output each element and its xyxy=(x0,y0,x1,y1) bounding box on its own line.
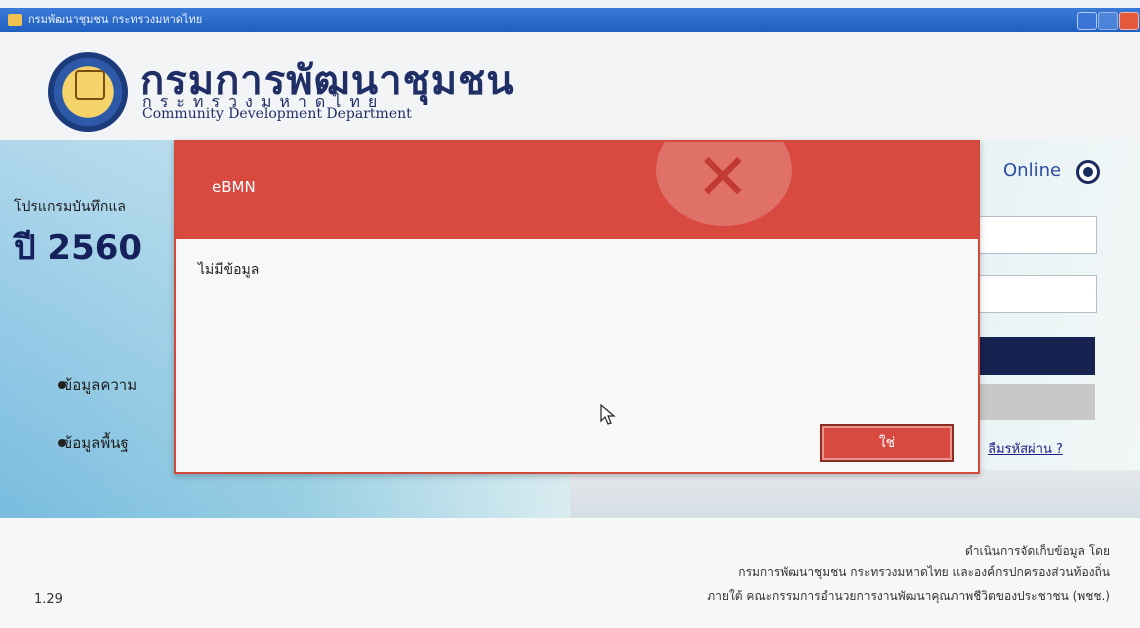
minimize-button[interactable] xyxy=(1077,12,1097,30)
org-name-english: Community Development Department xyxy=(142,106,412,122)
app-window: กรมพัฒนาชุมชน กระทรวงมหาดไทย กรมการพัฒนา… xyxy=(0,0,1140,628)
online-status-icon xyxy=(1076,160,1100,184)
secondary-button[interactable] xyxy=(975,384,1095,420)
maximize-button[interactable] xyxy=(1098,12,1118,30)
error-x-icon: ✕ xyxy=(696,142,750,215)
close-window-button[interactable] xyxy=(1119,12,1139,30)
decorative-roofs xyxy=(570,470,1140,520)
bullet-item-2: ข้อมูลพื้นฐ xyxy=(62,434,129,452)
app-icon xyxy=(8,14,22,26)
error-dialog: eBMN ✕ ไม่มีข้อมูล ใช่ xyxy=(174,140,980,474)
footer-line-3: ภายใต้ คณะกรรมการอำนวยการงานพัฒนาคุณภาพช… xyxy=(707,589,1110,603)
password-field[interactable] xyxy=(975,275,1097,313)
login-button[interactable] xyxy=(975,337,1095,375)
version-label: 1.29 xyxy=(34,592,63,607)
status-label: Online xyxy=(1003,160,1062,181)
dialog-message: ไม่มีข้อมูล xyxy=(198,262,260,278)
username-field[interactable] xyxy=(975,216,1097,254)
department-logo xyxy=(48,52,128,132)
title-bar: กรมพัฒนาชุมชน กระทรวงมหาดไทย xyxy=(0,8,1140,32)
bullet-item-1: ข้อมูลความ xyxy=(62,376,138,394)
window-title: กรมพัฒนาชุมชน กระทรวงมหาดไทย xyxy=(28,13,203,26)
forgot-password-link[interactable]: ลืมรหัสผ่าน ? xyxy=(988,438,1063,459)
dialog-ok-button[interactable]: ใช่ xyxy=(820,424,954,462)
year-label: ปี 2560 xyxy=(14,228,143,268)
dialog-title: eBMN xyxy=(212,178,256,196)
footer-line-2: กรมการพัฒนาชุมชน กระทรวงมหาดไทย และองค์ก… xyxy=(738,565,1110,579)
dialog-header: eBMN ✕ xyxy=(176,142,978,239)
program-label: โปรแกรมบันทึกแล xyxy=(14,199,126,215)
footer-line-1: ดำเนินการจัดเก็บข้อมูล โดย xyxy=(964,544,1110,558)
